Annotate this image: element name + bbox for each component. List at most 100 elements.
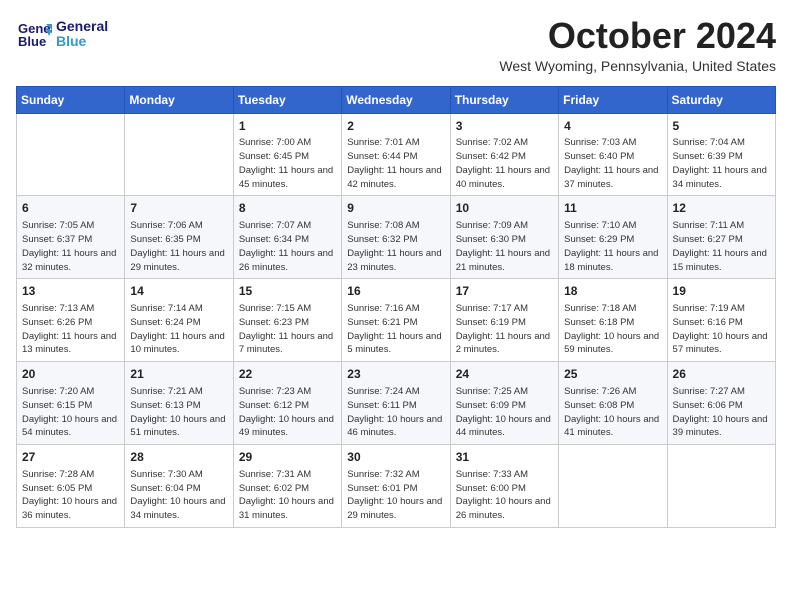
day-number: 12 xyxy=(673,200,770,217)
weekday-header: Thursday xyxy=(450,86,558,113)
month-title: October 2024 xyxy=(499,16,776,56)
calendar-cell: 29 Sunrise: 7:31 AM Sunset: 6:02 PM Dayli… xyxy=(233,445,341,528)
calendar-cell: 16 Sunrise: 7:16 AM Sunset: 6:21 PM Dayli… xyxy=(342,279,450,362)
day-number: 5 xyxy=(673,118,770,135)
calendar-cell: 4Sunrise: 7:03 AM Sunset: 6:40 PM Daylig… xyxy=(559,113,667,196)
calendar-cell: 8 Sunrise: 7:07 AM Sunset: 6:34 PM Daylig… xyxy=(233,196,341,279)
location-subtitle: West Wyoming, Pennsylvania, United State… xyxy=(499,58,776,74)
day-number: 8 xyxy=(239,200,336,217)
day-info: Sunrise: 7:26 AM Sunset: 6:08 PM Dayligh… xyxy=(564,385,661,440)
day-number: 13 xyxy=(22,283,119,300)
day-info: Sunrise: 7:31 AM Sunset: 6:02 PM Dayligh… xyxy=(239,468,336,523)
day-number: 20 xyxy=(22,366,119,383)
calendar-cell: 27Sunrise: 7:28 AM Sunset: 6:05 PM Dayli… xyxy=(17,445,125,528)
day-number: 18 xyxy=(564,283,661,300)
day-info: Sunrise: 7:20 AM Sunset: 6:15 PM Dayligh… xyxy=(22,385,119,440)
day-number: 10 xyxy=(456,200,553,217)
day-info: Sunrise: 7:08 AM Sunset: 6:32 PM Dayligh… xyxy=(347,219,444,274)
day-info: Sunrise: 7:07 AM Sunset: 6:34 PM Dayligh… xyxy=(239,219,336,274)
day-number: 22 xyxy=(239,366,336,383)
calendar-cell: 15 Sunrise: 7:15 AM Sunset: 6:23 PM Dayli… xyxy=(233,279,341,362)
calendar-cell: 9 Sunrise: 7:08 AM Sunset: 6:32 PM Daylig… xyxy=(342,196,450,279)
day-number: 14 xyxy=(130,283,227,300)
day-info: Sunrise: 7:02 AM Sunset: 6:42 PM Dayligh… xyxy=(456,136,553,191)
day-info: Sunrise: 7:24 AM Sunset: 6:11 PM Dayligh… xyxy=(347,385,444,440)
day-info: Sunrise: 7:04 AM Sunset: 6:39 PM Dayligh… xyxy=(673,136,770,191)
day-info: Sunrise: 7:15 AM Sunset: 6:23 PM Dayligh… xyxy=(239,302,336,357)
day-number: 29 xyxy=(239,449,336,466)
day-number: 26 xyxy=(673,366,770,383)
calendar-cell: 31 Sunrise: 7:33 AM Sunset: 6:00 PM Dayli… xyxy=(450,445,558,528)
day-info: Sunrise: 7:25 AM Sunset: 6:09 PM Dayligh… xyxy=(456,385,553,440)
day-info: Sunrise: 7:18 AM Sunset: 6:18 PM Dayligh… xyxy=(564,302,661,357)
day-info: Sunrise: 7:27 AM Sunset: 6:06 PM Dayligh… xyxy=(673,385,770,440)
day-info: Sunrise: 7:30 AM Sunset: 6:04 PM Dayligh… xyxy=(130,468,227,523)
calendar-cell: 5Sunrise: 7:04 AM Sunset: 6:39 PM Daylig… xyxy=(667,113,775,196)
logo-icon: General Blue xyxy=(16,16,52,52)
calendar-cell: 14 Sunrise: 7:14 AM Sunset: 6:24 PM Dayli… xyxy=(125,279,233,362)
calendar-cell: 17Sunrise: 7:17 AM Sunset: 6:19 PM Dayli… xyxy=(450,279,558,362)
day-number: 16 xyxy=(347,283,444,300)
calendar-cell: 24Sunrise: 7:25 AM Sunset: 6:09 PM Dayli… xyxy=(450,362,558,445)
day-info: Sunrise: 7:28 AM Sunset: 6:05 PM Dayligh… xyxy=(22,468,119,523)
calendar-cell xyxy=(17,113,125,196)
day-number: 25 xyxy=(564,366,661,383)
day-info: Sunrise: 7:17 AM Sunset: 6:19 PM Dayligh… xyxy=(456,302,553,357)
calendar-cell: 1Sunrise: 7:00 AM Sunset: 6:45 PM Daylig… xyxy=(233,113,341,196)
calendar-cell: 26 Sunrise: 7:27 AM Sunset: 6:06 PM Dayli… xyxy=(667,362,775,445)
weekday-header: Tuesday xyxy=(233,86,341,113)
day-info: Sunrise: 7:01 AM Sunset: 6:44 PM Dayligh… xyxy=(347,136,444,191)
calendar-cell: 22 Sunrise: 7:23 AM Sunset: 6:12 PM Dayli… xyxy=(233,362,341,445)
logo: General Blue General Blue xyxy=(16,16,108,52)
day-number: 31 xyxy=(456,449,553,466)
svg-text:Blue: Blue xyxy=(18,34,46,49)
calendar-cell: 21Sunrise: 7:21 AM Sunset: 6:13 PM Dayli… xyxy=(125,362,233,445)
calendar-cell: 2Sunrise: 7:01 AM Sunset: 6:44 PM Daylig… xyxy=(342,113,450,196)
calendar-cell: 7Sunrise: 7:06 AM Sunset: 6:35 PM Daylig… xyxy=(125,196,233,279)
weekday-header: Sunday xyxy=(17,86,125,113)
day-number: 15 xyxy=(239,283,336,300)
day-info: Sunrise: 7:05 AM Sunset: 6:37 PM Dayligh… xyxy=(22,219,119,274)
day-number: 28 xyxy=(130,449,227,466)
weekday-header: Wednesday xyxy=(342,86,450,113)
calendar-cell: 30 Sunrise: 7:32 AM Sunset: 6:01 PM Dayli… xyxy=(342,445,450,528)
day-info: Sunrise: 7:09 AM Sunset: 6:30 PM Dayligh… xyxy=(456,219,553,274)
calendar-header: SundayMondayTuesdayWednesdayThursdayFrid… xyxy=(17,86,776,113)
calendar-cell: 25 Sunrise: 7:26 AM Sunset: 6:08 PM Dayli… xyxy=(559,362,667,445)
calendar-cell xyxy=(559,445,667,528)
day-info: Sunrise: 7:00 AM Sunset: 6:45 PM Dayligh… xyxy=(239,136,336,191)
calendar-cell: 28 Sunrise: 7:30 AM Sunset: 6:04 PM Dayli… xyxy=(125,445,233,528)
day-number: 1 xyxy=(239,118,336,135)
day-info: Sunrise: 7:06 AM Sunset: 6:35 PM Dayligh… xyxy=(130,219,227,274)
day-info: Sunrise: 7:14 AM Sunset: 6:24 PM Dayligh… xyxy=(130,302,227,357)
day-info: Sunrise: 7:32 AM Sunset: 6:01 PM Dayligh… xyxy=(347,468,444,523)
day-info: Sunrise: 7:21 AM Sunset: 6:13 PM Dayligh… xyxy=(130,385,227,440)
calendar-cell: 13 Sunrise: 7:13 AM Sunset: 6:26 PM Dayli… xyxy=(17,279,125,362)
day-info: Sunrise: 7:10 AM Sunset: 6:29 PM Dayligh… xyxy=(564,219,661,274)
weekday-header: Friday xyxy=(559,86,667,113)
day-info: Sunrise: 7:23 AM Sunset: 6:12 PM Dayligh… xyxy=(239,385,336,440)
day-info: Sunrise: 7:16 AM Sunset: 6:21 PM Dayligh… xyxy=(347,302,444,357)
logo-general: General xyxy=(56,19,108,34)
day-number: 23 xyxy=(347,366,444,383)
weekday-header: Saturday xyxy=(667,86,775,113)
day-info: Sunrise: 7:19 AM Sunset: 6:16 PM Dayligh… xyxy=(673,302,770,357)
calendar-cell: 10 Sunrise: 7:09 AM Sunset: 6:30 PM Dayli… xyxy=(450,196,558,279)
day-info: Sunrise: 7:33 AM Sunset: 6:00 PM Dayligh… xyxy=(456,468,553,523)
page-header: General Blue General Blue October 2024 W… xyxy=(16,16,776,74)
calendar-cell: 19 Sunrise: 7:19 AM Sunset: 6:16 PM Dayli… xyxy=(667,279,775,362)
calendar-table: SundayMondayTuesdayWednesdayThursdayFrid… xyxy=(16,86,776,528)
calendar-cell: 6 Sunrise: 7:05 AM Sunset: 6:37 PM Daylig… xyxy=(17,196,125,279)
day-number: 3 xyxy=(456,118,553,135)
day-number: 6 xyxy=(22,200,119,217)
calendar-cell: 12Sunrise: 7:11 AM Sunset: 6:27 PM Dayli… xyxy=(667,196,775,279)
calendar-cell: 18 Sunrise: 7:18 AM Sunset: 6:18 PM Dayli… xyxy=(559,279,667,362)
calendar-cell: 23 Sunrise: 7:24 AM Sunset: 6:11 PM Dayli… xyxy=(342,362,450,445)
weekday-header: Monday xyxy=(125,86,233,113)
day-number: 2 xyxy=(347,118,444,135)
day-number: 9 xyxy=(347,200,444,217)
logo-blue: Blue xyxy=(56,34,108,49)
day-info: Sunrise: 7:13 AM Sunset: 6:26 PM Dayligh… xyxy=(22,302,119,357)
day-number: 30 xyxy=(347,449,444,466)
day-number: 19 xyxy=(673,283,770,300)
